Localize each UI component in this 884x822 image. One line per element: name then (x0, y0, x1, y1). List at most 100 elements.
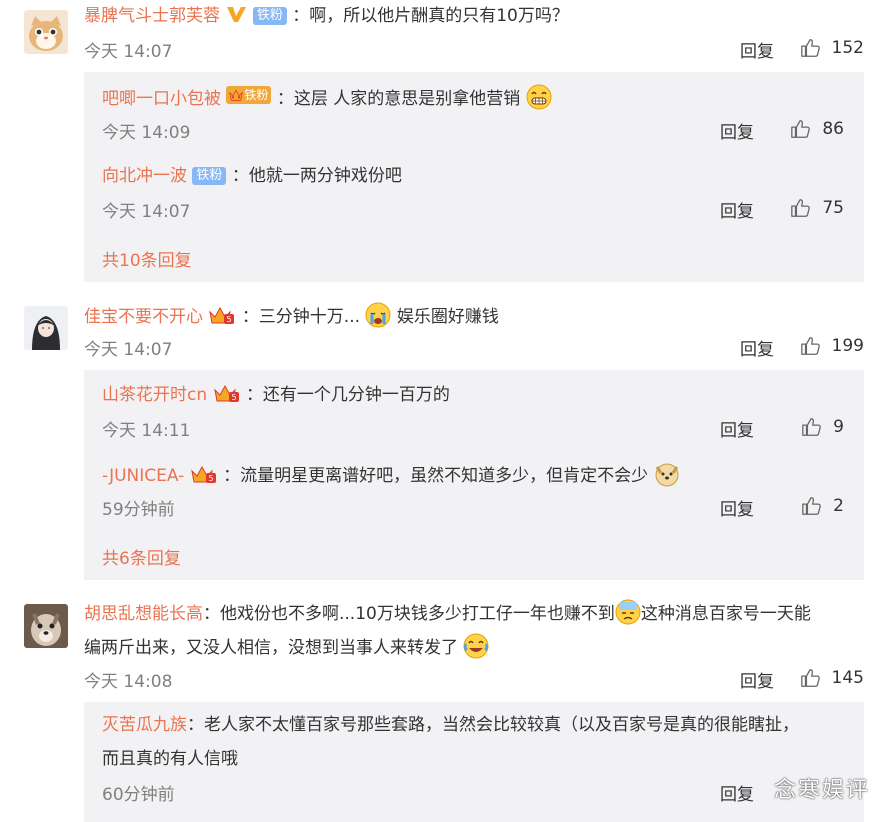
crown-fan-badge-icon: 5 (190, 465, 216, 483)
laugh-cry-emoji-icon (463, 633, 489, 659)
like-count: 199 (831, 336, 864, 356)
username-link[interactable]: 暴脾气斗士郭芙蓉 (84, 6, 220, 26)
reply-text: 而且真的有人信哦 (102, 749, 238, 769)
reply-button[interactable]: 回复 (720, 118, 754, 143)
thumbs-up-icon (800, 37, 822, 59)
svg-text:5: 5 (231, 393, 236, 402)
crown-fan-badge-icon: 5 (209, 306, 235, 324)
like-count: 9 (833, 417, 844, 437)
reply-button[interactable]: 回复 (720, 495, 754, 520)
reply-thread: 灭苦瓜九族：老人家不太懂百家号那些套路，当然会比较较真（以及百家号是真的很能瞎扯… (84, 702, 864, 822)
verified-v-icon (225, 4, 247, 32)
username-link[interactable]: 向北冲一波 (102, 166, 187, 186)
reply-button[interactable]: 回复 (720, 780, 754, 805)
username-link[interactable]: 山茶花开时cn (102, 385, 207, 405)
timestamp: 今天 14:08 (84, 672, 173, 692)
avatar[interactable] (24, 10, 68, 54)
comment-text: 编两斤出来，又没人相信，没想到当事人来转发了 (84, 638, 458, 658)
crying-emoji-icon (365, 302, 391, 328)
comment-text-line: 暴脾气斗士郭芙蓉 铁粉 ：啊，所以他片酬真的只有10万吗？ (84, 3, 569, 32)
reply-text-line: 向北冲一波 铁粉 ：他就一两分钟戏份吧 (102, 163, 402, 189)
more-replies-link[interactable]: 共6条回复 (102, 544, 181, 569)
like-button[interactable]: 9 (801, 416, 844, 438)
comment-text: 娱乐圈好赚钱 (396, 307, 499, 327)
reply-meta: 今天 14:09 回复 86 (102, 118, 844, 143)
thumbs-up-icon (790, 197, 812, 219)
reply-thread: 山茶花开时cn 5 ：还有一个几分钟一百万的 今天 14:11 回复 9 -JU… (84, 370, 864, 580)
thumbs-up-icon (801, 495, 823, 517)
comment-text-line: 胡思乱想能长高：他戏份也不多啊...10万块钱多少打工仔一年也赚不到 这种消息百… (84, 599, 811, 627)
reply-button[interactable]: 回复 (740, 667, 774, 692)
username-link[interactable]: 灭苦瓜九族 (102, 715, 187, 735)
comment-text: ：啊，所以他片酬真的只有10万吗？ (292, 6, 569, 26)
watermark: 念寒娱评 (773, 778, 870, 803)
iron-fan-badge: 铁粉 (192, 167, 227, 185)
timestamp: 今天 14:11 (102, 421, 191, 441)
timestamp: 今天 14:07 (102, 202, 191, 222)
timestamp: 今天 14:09 (102, 123, 191, 143)
like-count: 2 (833, 496, 844, 516)
grin-emoji-icon (526, 84, 552, 110)
like-button[interactable]: 199 (800, 335, 864, 357)
thumbs-up-icon (800, 335, 822, 357)
thumbs-up-icon (801, 416, 823, 438)
comment-text: ：他戏份也不多啊...10万块钱多少打工仔一年也赚不到 (203, 604, 615, 624)
avatar[interactable] (24, 306, 68, 350)
username-link[interactable]: -JUNICEA- (102, 466, 184, 486)
like-button[interactable]: 152 (800, 37, 864, 59)
reply-text: ：还有一个几分钟一百万的 (245, 385, 450, 405)
like-count: 75 (822, 198, 844, 218)
like-count: 86 (822, 119, 844, 139)
reply-text: ：他就一两分钟戏份吧 (231, 166, 402, 186)
dog-face-emoji-icon (655, 463, 678, 487)
svg-text:5: 5 (227, 315, 232, 324)
like-count: 152 (831, 38, 864, 58)
like-button[interactable]: 2 (801, 495, 844, 517)
reply-text-line: 灭苦瓜九族：老人家不太懂百家号那些套路，当然会比较较真（以及百家号是真的很能瞎扯… (102, 712, 799, 738)
reply-thread: 吧唧一口小包被 铁粉 ：这层 人家的意思是别拿他营销 今天 14:09 回复 8… (84, 72, 864, 282)
reply-text-line: 吧唧一口小包被 铁粉 ：这层 人家的意思是别拿他营销 (102, 84, 552, 112)
avatar[interactable] (24, 604, 68, 648)
reply-meta: 60分钟前 回复 (102, 780, 844, 805)
comment-text-line: 编两斤出来，又没人相信，没想到当事人来转发了 (84, 633, 489, 661)
reply-button[interactable]: 回复 (740, 335, 774, 360)
svg-text:5: 5 (208, 474, 213, 483)
thumbs-up-icon (800, 667, 822, 689)
reply-text-line: -JUNICEA- 5 ：流量明星更离谱好吧，虽然不知道多少，但肯定不会少 (102, 461, 680, 489)
timestamp: 59分钟前 (102, 500, 175, 520)
reply-button[interactable]: 回复 (720, 416, 754, 441)
comment-meta: 今天 14:07 回复 199 (84, 335, 864, 360)
comment-text: 这种消息百家号一天能 (640, 604, 811, 624)
comment-text-line: 佳宝不要不开心 5 ：三分钟十万... 娱乐圈好赚钱 (84, 302, 499, 330)
timestamp: 60分钟前 (102, 785, 175, 805)
reply-button[interactable]: 回复 (740, 37, 774, 62)
timestamp: 今天 14:07 (84, 340, 173, 360)
crown-iron-fan-badge: 铁粉 (226, 86, 272, 104)
comment-meta: 今天 14:07 回复 152 (84, 37, 864, 62)
comment-meta: 今天 14:08 回复 145 (84, 667, 864, 692)
reply-meta: 59分钟前 回复 2 (102, 495, 844, 520)
like-button[interactable]: 145 (800, 667, 864, 689)
username-link[interactable]: 胡思乱想能长高 (84, 604, 203, 624)
reply-button[interactable]: 回复 (720, 197, 754, 222)
more-replies-link[interactable]: 共10条回复 (102, 246, 192, 271)
like-button[interactable]: 86 (790, 118, 844, 140)
crown-fan-badge-icon: 5 (213, 384, 239, 402)
username-link[interactable]: 佳宝不要不开心 (84, 307, 203, 327)
reply-text: ：老人家不太懂百家号那些套路，当然会比较较真（以及百家号是真的很能瞎扯， (187, 715, 799, 735)
reply-text: ：这层 人家的意思是别拿他营销 (276, 89, 521, 109)
sweating-emoji-icon (615, 599, 641, 625)
iron-fan-badge: 铁粉 (252, 7, 287, 25)
timestamp: 今天 14:07 (84, 42, 173, 62)
reply-meta: 今天 14:07 回复 75 (102, 197, 844, 222)
reply-text: ：流量明星更离谱好吧，虽然不知道多少，但肯定不会少 (223, 466, 649, 486)
reply-text-line: 山茶花开时cn 5 ：还有一个几分钟一百万的 (102, 382, 450, 408)
like-button[interactable]: 75 (790, 197, 844, 219)
reply-text-line: 而且真的有人信哦 (102, 746, 238, 772)
thumbs-up-icon (790, 118, 812, 140)
comment-text: ：三分钟十万... (241, 307, 361, 327)
reply-meta: 今天 14:11 回复 9 (102, 416, 844, 441)
like-count: 145 (831, 668, 864, 688)
crown-icon (228, 88, 244, 102)
username-link[interactable]: 吧唧一口小包被 (102, 89, 221, 109)
